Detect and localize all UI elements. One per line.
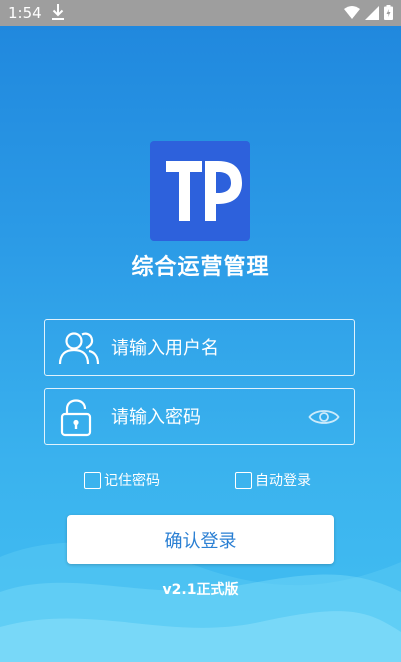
- version-label: v2.1正式版: [162, 582, 239, 598]
- auto-login-option[interactable]: 自动登录: [235, 470, 311, 490]
- username-input[interactable]: [111, 334, 301, 362]
- app-title: 综合运营管理: [131, 255, 270, 280]
- users-icon: [58, 330, 100, 370]
- remember-password-label: 记住密码: [104, 473, 160, 489]
- password-input[interactable]: [111, 403, 301, 431]
- signal-icon: [365, 5, 379, 24]
- battery-icon: [384, 5, 393, 24]
- status-bar: 1:54: [0, 0, 401, 26]
- login-button[interactable]: 确认登录: [67, 515, 334, 564]
- username-field[interactable]: [44, 319, 355, 376]
- lock-icon: [58, 399, 94, 441]
- remember-password-option[interactable]: 记住密码: [84, 470, 160, 490]
- download-icon: [51, 2, 65, 26]
- status-time: 1:54: [8, 4, 42, 22]
- password-field[interactable]: [44, 388, 355, 445]
- wifi-icon: [344, 5, 360, 24]
- auto-login-label: 自动登录: [255, 473, 311, 489]
- tp-logo-icon: [150, 141, 250, 241]
- remember-password-checkbox[interactable]: [84, 471, 101, 489]
- eye-icon[interactable]: [308, 407, 340, 431]
- auto-login-checkbox[interactable]: [235, 471, 252, 489]
